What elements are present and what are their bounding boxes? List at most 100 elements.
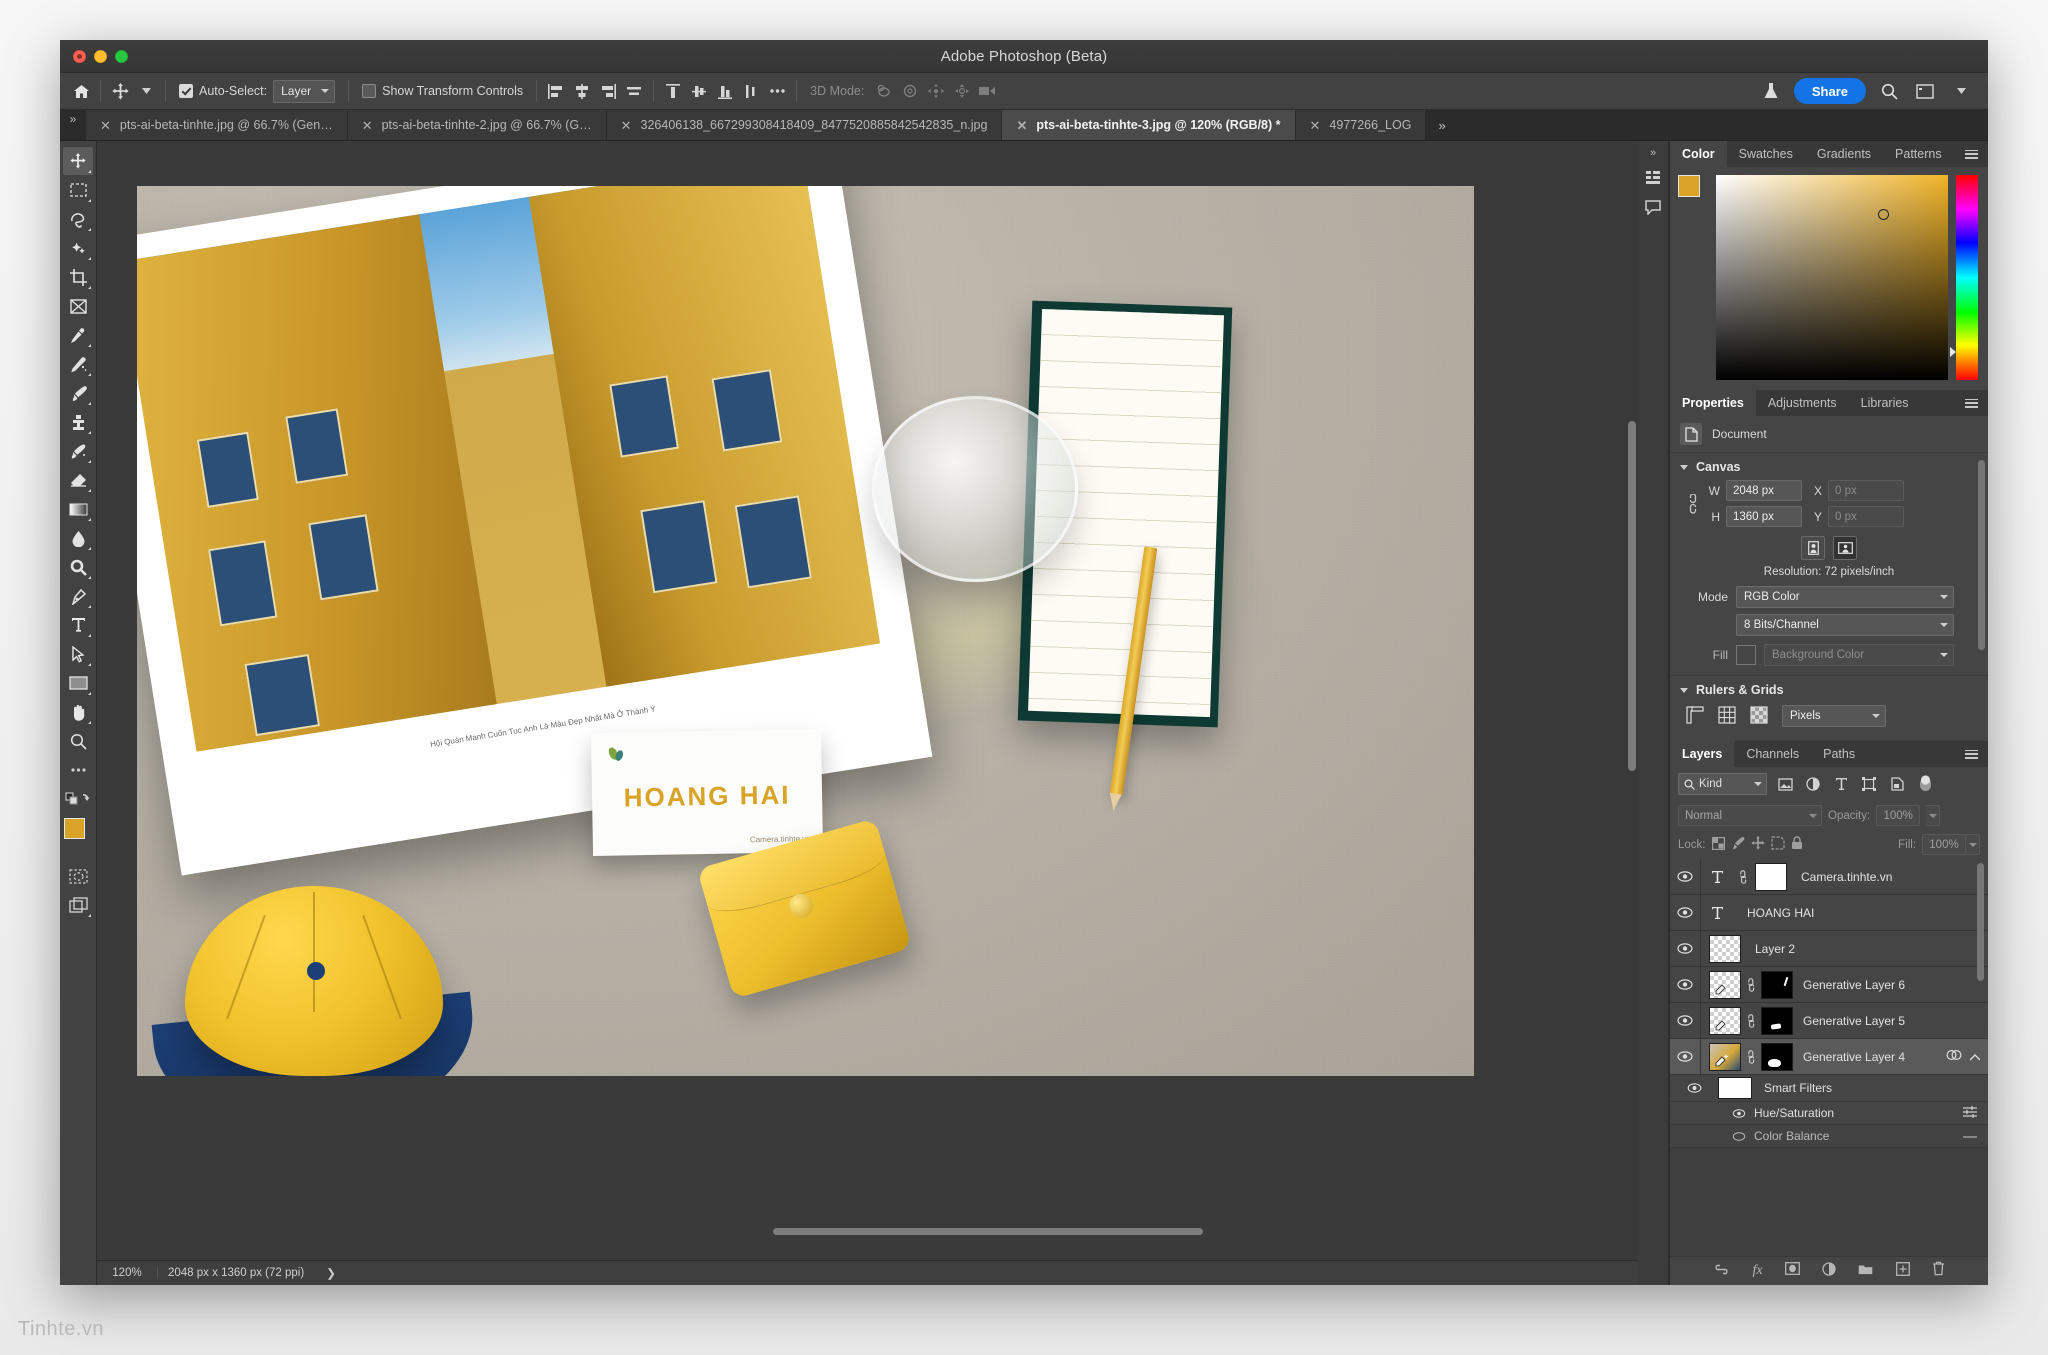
smart-filter-row[interactable]: Hue/Saturation — [1670, 1102, 1988, 1125]
color-chips[interactable] — [1678, 175, 1710, 207]
workspace-chevron-down-icon[interactable] — [1948, 78, 1974, 104]
layer-list[interactable]: Camera.tinhte.vn HOANG HAI Layer 2 Gener… — [1670, 859, 1988, 1256]
layer-mask-thumbnail[interactable] — [1761, 970, 1793, 999]
close-tab-icon[interactable]: ✕ — [362, 119, 373, 132]
fill-color-swatch[interactable] — [1736, 645, 1756, 665]
document-tab-5[interactable]: ✕ 4977266_LOG — [1295, 110, 1427, 140]
pen-tool-icon[interactable] — [63, 582, 93, 610]
tab-channels[interactable]: Channels — [1734, 741, 1811, 767]
fill-stepper[interactable] — [1966, 834, 1980, 855]
layer-visibility-icon[interactable] — [1670, 1051, 1700, 1062]
table-row[interactable]: Camera.tinhte.vn — [1670, 859, 1988, 895]
canvas-section-title[interactable]: Canvas — [1670, 453, 1988, 478]
layer-thumbnail[interactable] — [1709, 934, 1741, 963]
align-left-edges-icon[interactable] — [543, 78, 569, 104]
edit-toolbar-icon[interactable] — [63, 756, 93, 784]
layer-name[interactable]: Generative Layer 6 — [1793, 978, 1905, 992]
eraser-tool-icon[interactable] — [63, 466, 93, 494]
share-button[interactable]: Share — [1793, 78, 1866, 104]
layer-visibility-icon[interactable] — [1670, 871, 1700, 882]
document-tab-4[interactable]: ✕ pts-ai-beta-tinhte-3.jpg @ 120% (RGB/8… — [1002, 110, 1296, 140]
dodge-tool-icon[interactable] — [63, 553, 93, 581]
smart-filters-visibility-icon[interactable] — [1670, 1083, 1718, 1093]
smart-filter-name[interactable]: Color Balance — [1754, 1129, 1829, 1143]
distribute-vertical-icon[interactable] — [738, 78, 764, 104]
layer-name[interactable]: HOANG HAI — [1737, 906, 1814, 920]
layer-link-icon[interactable] — [1737, 869, 1751, 884]
history-brush-tool-icon[interactable] — [63, 437, 93, 465]
canvas-vertical-scrollbar[interactable] — [1628, 421, 1636, 771]
hand-tool-icon[interactable] — [63, 698, 93, 726]
y-input[interactable]: 0 px — [1828, 506, 1904, 527]
zoom-tool-icon[interactable] — [63, 727, 93, 755]
layer-name[interactable]: Layer 2 — [1745, 942, 1795, 956]
blend-mode-select[interactable]: Normal — [1678, 805, 1822, 826]
home-icon[interactable] — [68, 78, 94, 104]
document-size-info[interactable]: 2048 px x 1360 px (72 ppi) ❯ — [158, 1266, 346, 1280]
layer-mask-thumbnail[interactable] — [1755, 862, 1787, 891]
filter-blend-options-icon[interactable] — [1962, 1105, 1988, 1121]
auto-select-checkbox[interactable] — [179, 84, 193, 98]
tab-properties[interactable]: Properties — [1670, 390, 1756, 416]
filter-shape-icon[interactable] — [1859, 774, 1879, 794]
layer-name[interactable]: Generative Layer 4 — [1793, 1050, 1905, 1064]
lock-image-pixels-icon[interactable] — [1731, 836, 1745, 853]
lock-position-icon[interactable] — [1750, 836, 1765, 853]
smart-filter-row[interactable]: Color Balance — [1670, 1125, 1988, 1148]
x-input[interactable]: 0 px — [1828, 480, 1904, 501]
eyedropper-tool-icon[interactable] — [63, 321, 93, 349]
distribute-horizontal-icon[interactable] — [621, 78, 647, 104]
link-dimensions-icon[interactable] — [1680, 493, 1706, 514]
tab-color[interactable]: Color — [1670, 141, 1727, 167]
default-colors-icon[interactable] — [63, 785, 93, 813]
foreground-color-chip[interactable] — [1678, 175, 1700, 197]
table-row[interactable]: Generative Layer 4 — [1670, 1039, 1988, 1075]
expand-panels-icon[interactable]: » — [1650, 147, 1656, 159]
comments-panel-icon[interactable] — [1645, 200, 1661, 220]
properties-scrollbar[interactable] — [1978, 460, 1985, 650]
foreground-color-swatch[interactable] — [64, 818, 85, 839]
path-selection-tool-icon[interactable] — [63, 640, 93, 668]
filter-adjustment-icon[interactable] — [1803, 774, 1823, 794]
document-canvas[interactable]: Hội Quán Manh Cuốn Tuc Anh Là Màu Đẹp Nh… — [137, 186, 1474, 1076]
tab-patterns[interactable]: Patterns — [1883, 141, 1954, 167]
new-fill-adjustment-icon[interactable] — [1821, 1261, 1836, 1281]
add-layer-mask-icon[interactable] — [1784, 1262, 1800, 1280]
status-expander-icon[interactable]: ❯ — [326, 1266, 336, 1280]
brush-tool-icon[interactable] — [63, 379, 93, 407]
panel-menu-icon[interactable] — [1955, 741, 1988, 767]
zoom-level[interactable]: 120% — [97, 1267, 158, 1279]
show-transform-controls-group[interactable]: Show Transform Controls — [355, 78, 530, 104]
auto-select-group[interactable]: Auto-Select: Layer — [172, 78, 342, 104]
layer-link-icon[interactable] — [1745, 1013, 1759, 1028]
layer-visibility-icon[interactable] — [1670, 943, 1700, 954]
filter-pixel-icon[interactable] — [1775, 774, 1795, 794]
filter-type-icon[interactable] — [1831, 774, 1851, 794]
opacity-input[interactable]: 100% — [1876, 805, 1921, 826]
fill-type-select[interactable]: Background Color — [1764, 644, 1954, 666]
collapse-smart-filters-chevron-icon[interactable] — [1969, 1050, 1981, 1064]
fill-input[interactable]: 100% — [1922, 834, 1966, 855]
filter-blend-options-icon[interactable] — [1962, 1129, 1988, 1143]
frame-tool-icon[interactable] — [63, 292, 93, 320]
document-tab-2[interactable]: ✕ pts-ai-beta-tinhte-2.jpg @ 66.7% (G… — [347, 110, 607, 140]
panel-menu-icon[interactable] — [1955, 141, 1988, 167]
new-group-icon[interactable] — [1858, 1262, 1874, 1280]
portrait-orientation-icon[interactable] — [1801, 536, 1825, 560]
color-swatches[interactable] — [63, 818, 95, 852]
type-tool-icon[interactable] — [63, 611, 93, 639]
more-align-options-icon[interactable] — [764, 78, 790, 104]
bit-depth-select[interactable]: 8 Bits/Channel — [1736, 614, 1954, 636]
rectangle-tool-icon[interactable] — [63, 669, 93, 697]
table-row[interactable]: Generative Layer 5 — [1670, 1003, 1988, 1039]
layer-visibility-icon[interactable] — [1670, 979, 1700, 990]
lock-all-icon[interactable] — [1791, 836, 1803, 853]
canvas-horizontal-scrollbar[interactable] — [773, 1228, 1203, 1235]
layer-link-icon[interactable] — [1745, 977, 1759, 992]
lock-transparent-pixels-icon[interactable] — [1711, 836, 1725, 853]
workspace-panel-icon[interactable] — [1912, 78, 1938, 104]
lock-artboard-icon[interactable] — [1770, 836, 1785, 853]
opacity-stepper[interactable] — [1926, 805, 1941, 826]
layer-visibility-icon[interactable] — [1670, 1015, 1700, 1026]
filter-visibility-icon[interactable] — [1670, 1131, 1754, 1141]
